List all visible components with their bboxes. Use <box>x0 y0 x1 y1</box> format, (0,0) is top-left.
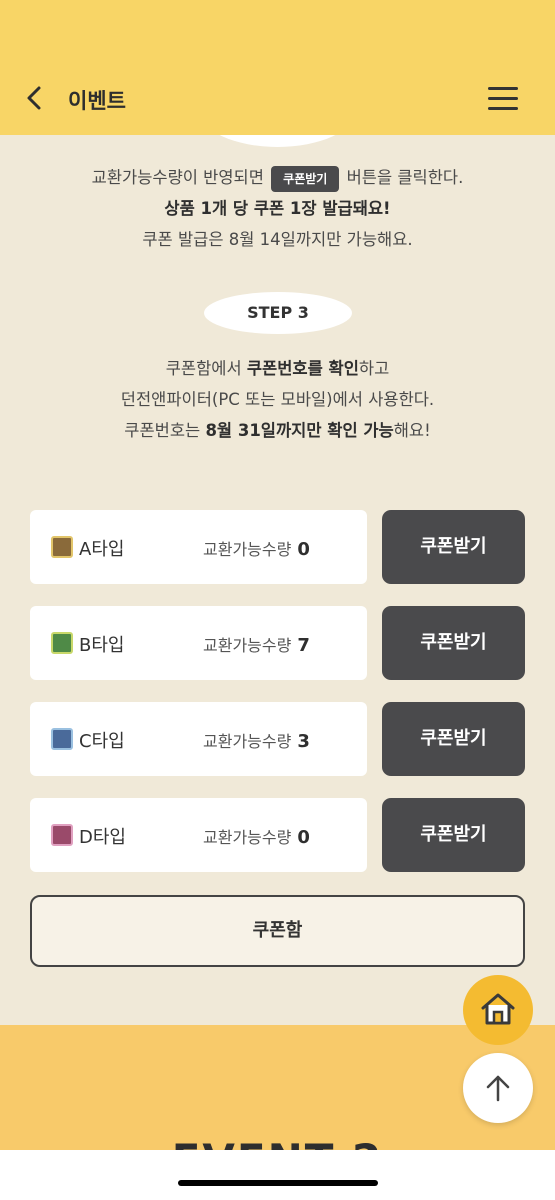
page-title: 이벤트 <box>68 89 126 113</box>
coupon-type-label: C타입 <box>79 731 125 752</box>
quantity-label: 교환가능수량 <box>203 732 292 751</box>
box-icon-d <box>51 824 73 846</box>
step2-text-pre: 교환가능수량이 반영되면 <box>91 168 264 187</box>
get-coupon-button-a[interactable]: 쿠폰받기 <box>382 510 525 584</box>
step2-line3: 쿠폰 발급은 8월 14일까지만 가능해요. <box>142 230 413 249</box>
step2-text-post: 버튼을 클릭한다. <box>346 168 464 187</box>
get-coupon-button-c[interactable]: 쿠폰받기 <box>382 702 525 776</box>
coupon-box-button[interactable]: 쿠폰함 <box>30 895 525 967</box>
step3-line3: 쿠폰번호는 8월 31일까지만 확인 가능해요! <box>0 415 555 446</box>
step3-text-a: 쿠폰함에서 <box>165 359 247 378</box>
hamburger-menu-icon[interactable] <box>488 87 518 111</box>
home-indicator <box>178 1180 378 1186</box>
quantity-display: 교환가능수량 7 <box>203 632 310 656</box>
coupon-row-a: A타입 교환가능수량 0 <box>30 510 367 584</box>
inline-coupon-button-label: 쿠폰받기 <box>271 165 340 192</box>
step-pill-partial <box>200 135 355 147</box>
quantity-label: 교환가능수량 <box>203 636 292 655</box>
bottom-safe-area <box>0 1150 555 1200</box>
step3-line2: 던전앤파이터(PC 또는 모바일)에서 사용한다. <box>120 390 435 409</box>
quantity-value: 7 <box>297 635 310 656</box>
quantity-value: 0 <box>297 827 310 848</box>
quantity-label: 교환가능수량 <box>203 828 292 847</box>
quantity-display: 교환가능수량 0 <box>203 824 310 848</box>
coupon-row-b: B타입 교환가능수량 7 <box>30 606 367 680</box>
box-icon-b <box>51 632 73 654</box>
home-button[interactable] <box>463 975 533 1045</box>
coupon-type-label: B타입 <box>79 635 125 656</box>
back-arrow-icon[interactable] <box>22 85 48 111</box>
quantity-display: 교환가능수량 0 <box>203 536 310 560</box>
step2-line2: 상품 1개 당 쿠폰 1장 발급돼요! <box>0 193 555 224</box>
scroll-top-button[interactable] <box>463 1053 533 1123</box>
step3-pill: STEP 3 <box>204 292 352 334</box>
quantity-label: 교환가능수량 <box>203 540 292 559</box>
quantity-value: 0 <box>297 539 310 560</box>
status-bar <box>0 0 555 60</box>
get-coupon-button-b[interactable]: 쿠폰받기 <box>382 606 525 680</box>
step3-bold-3b: 8월 31일까지만 확인 가능 <box>205 421 394 440</box>
main-content: 교환가능수량이 반영되면 쿠폰받기 버튼을 클릭한다. 상품 1개 당 쿠폰 1… <box>0 135 555 1025</box>
coupon-type-label: D타입 <box>79 827 126 848</box>
get-coupon-button-d[interactable]: 쿠폰받기 <box>382 798 525 872</box>
box-icon-a <box>51 536 73 558</box>
step2-bold-text: 상품 1개 당 쿠폰 1장 발급돼요! <box>164 199 391 218</box>
step2-line1: 교환가능수량이 반영되면 쿠폰받기 버튼을 클릭한다. <box>0 162 555 193</box>
step3-text-c: 하고 <box>358 359 390 378</box>
step3-text-3a: 쿠폰번호는 <box>124 421 206 440</box>
coupon-row-d: D타입 교환가능수량 0 <box>30 798 367 872</box>
quantity-display: 교환가능수량 3 <box>203 728 310 752</box>
box-icon-c <box>51 728 73 750</box>
app-header: 이벤트 <box>0 60 555 135</box>
step3-bold-b: 쿠폰번호를 확인 <box>246 359 359 378</box>
coupon-row-c: C타입 교환가능수량 3 <box>30 702 367 776</box>
arrow-up-icon <box>486 1075 510 1102</box>
coupon-type-label: A타입 <box>79 539 125 560</box>
step3-line1: 쿠폰함에서 쿠폰번호를 확인하고 <box>0 353 555 384</box>
step3-text-3c: 해요! <box>393 421 431 440</box>
home-icon <box>481 993 515 1025</box>
quantity-value: 3 <box>297 731 310 752</box>
